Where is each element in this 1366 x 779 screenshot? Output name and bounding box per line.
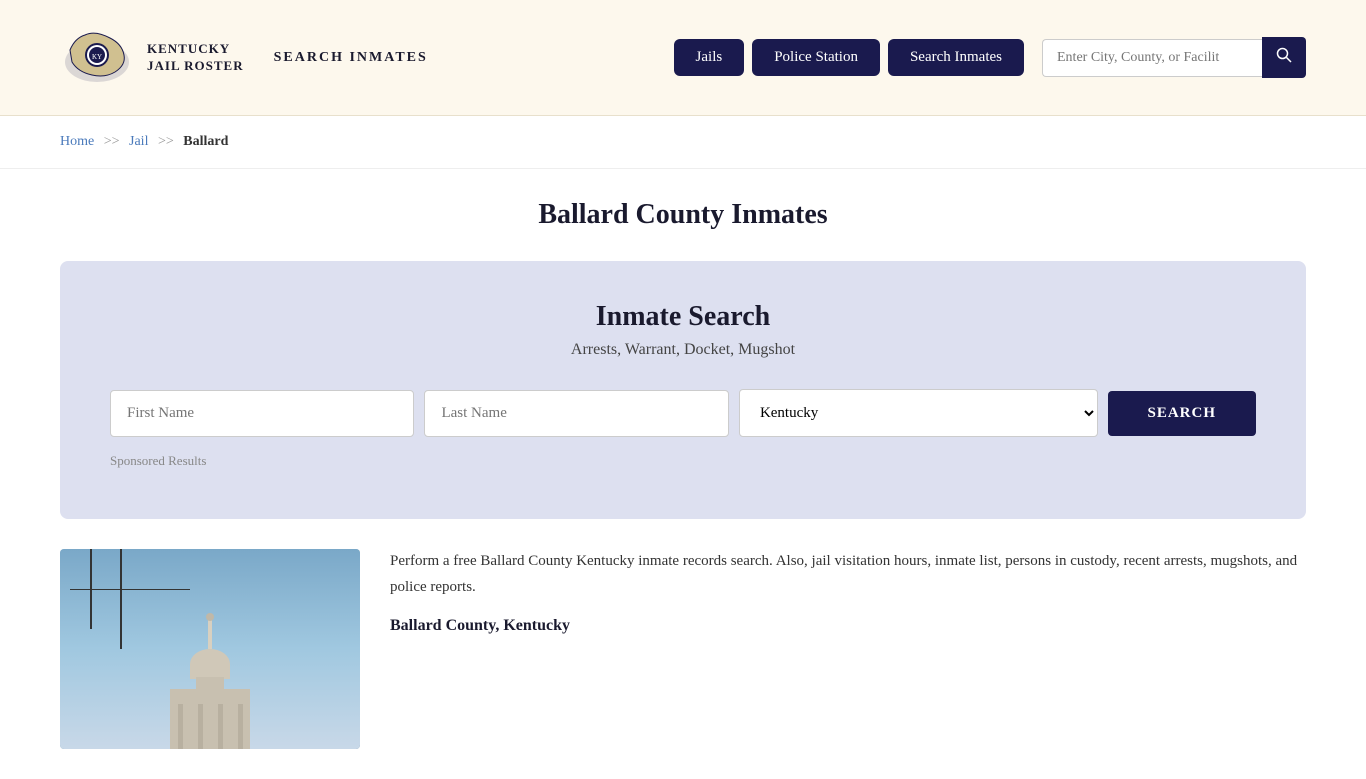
bottom-content: Perform a free Ballard County Kentucky i… bbox=[60, 549, 1306, 749]
header-search-button[interactable] bbox=[1262, 37, 1306, 78]
kentucky-logo-icon: KY bbox=[60, 20, 135, 95]
site-title: SEARCH INMATES bbox=[274, 50, 428, 66]
breadcrumb-sep1: >> bbox=[104, 134, 120, 149]
jails-button[interactable]: Jails bbox=[674, 39, 745, 76]
inmate-search-section: Inmate Search Arrests, Warrant, Docket, … bbox=[60, 261, 1306, 519]
first-name-input[interactable] bbox=[110, 390, 414, 437]
county-description: Perform a free Ballard County Kentucky i… bbox=[390, 549, 1306, 651]
description-paragraph: Perform a free Ballard County Kentucky i… bbox=[390, 549, 1306, 600]
inmate-search-form: AlabamaAlaskaArizonaArkansasCaliforniaCo… bbox=[110, 389, 1256, 437]
header-search-bar bbox=[1042, 37, 1306, 78]
county-subtitle: Ballard County, Kentucky bbox=[390, 612, 1306, 639]
police-station-button[interactable]: Police Station bbox=[752, 39, 880, 76]
header-search-input[interactable] bbox=[1042, 39, 1262, 77]
main-nav: Jails Police Station Search Inmates bbox=[674, 37, 1306, 78]
state-select[interactable]: AlabamaAlaskaArizonaArkansasCaliforniaCo… bbox=[739, 389, 1098, 437]
logo-link[interactable]: KY KENTUCKY JAIL ROSTER bbox=[60, 20, 244, 95]
search-inmates-button[interactable]: Search Inmates bbox=[888, 39, 1024, 76]
county-image bbox=[60, 549, 360, 749]
search-button[interactable]: SEARCH bbox=[1108, 391, 1257, 436]
breadcrumb-current: Ballard bbox=[183, 134, 228, 149]
breadcrumb-home[interactable]: Home bbox=[60, 134, 94, 149]
site-header: KY KENTUCKY JAIL ROSTER SEARCH INMATES J… bbox=[0, 0, 1366, 116]
logo-text: KENTUCKY JAIL ROSTER bbox=[147, 41, 244, 75]
search-section-title: Inmate Search bbox=[110, 301, 1256, 333]
sponsored-label: Sponsored Results bbox=[110, 453, 1256, 469]
page-title: Ballard County Inmates bbox=[60, 199, 1306, 231]
breadcrumb: Home >> Jail >> Ballard bbox=[60, 134, 1306, 150]
breadcrumb-jail[interactable]: Jail bbox=[129, 134, 148, 149]
last-name-input[interactable] bbox=[424, 390, 728, 437]
breadcrumb-sep2: >> bbox=[158, 134, 174, 149]
main-content: Ballard County Inmates Inmate Search Arr… bbox=[0, 169, 1366, 779]
search-icon bbox=[1276, 47, 1292, 63]
breadcrumb-bar: Home >> Jail >> Ballard bbox=[0, 116, 1366, 169]
svg-text:KY: KY bbox=[92, 53, 102, 61]
search-section-subtitle: Arrests, Warrant, Docket, Mugshot bbox=[110, 341, 1256, 359]
